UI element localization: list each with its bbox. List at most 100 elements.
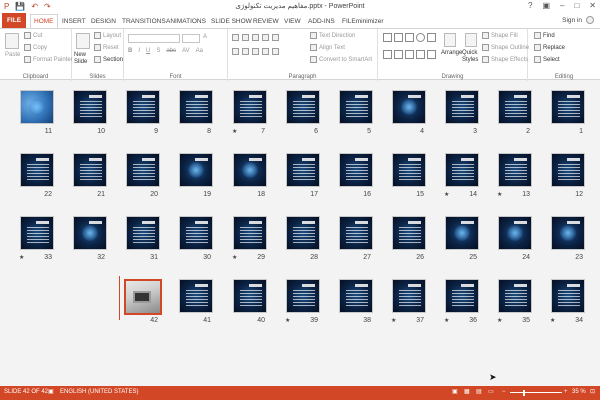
shape-outline-button[interactable]: Shape Outline — [482, 44, 529, 51]
section-button[interactable]: Section — [94, 56, 123, 63]
transition-star-icon[interactable]: ★ — [550, 317, 555, 324]
slide-thumbnail[interactable] — [20, 216, 54, 250]
shadow-button[interactable]: S — [156, 48, 160, 54]
character-spacing-button[interactable]: AV — [182, 48, 190, 54]
slide-thumbnail[interactable] — [392, 90, 426, 124]
arrange-button[interactable]: Arrange — [441, 50, 462, 56]
tab-design[interactable]: DESIGN — [91, 15, 116, 28]
slide-sorter-view[interactable]: 1 2 3 4 5 6 7 ★ 8 9 10 11 12 13 ★ 14 ★ 15 16 17 18 19 20 21 22 23… — [0, 81, 600, 386]
zoom-in-button[interactable]: + — [564, 389, 568, 395]
sign-in-label[interactable]: Sign in — [562, 17, 582, 24]
tab-insert[interactable]: INSERT — [62, 15, 86, 28]
slide-thumbnail[interactable] — [445, 153, 479, 187]
grow-font-button[interactable]: A — [203, 34, 207, 40]
slide-thumbnail[interactable] — [233, 90, 267, 124]
transition-star-icon[interactable]: ★ — [391, 317, 396, 324]
cut-button[interactable]: Cut — [24, 32, 42, 39]
curve-shape-icon[interactable] — [394, 49, 403, 59]
slide-thumbnail[interactable] — [73, 153, 107, 187]
brace-shape-icon[interactable] — [405, 49, 414, 59]
select-button[interactable]: Select — [534, 56, 560, 63]
slide-thumbnail[interactable] — [20, 90, 54, 124]
maximize-icon[interactable]: □ — [574, 1, 579, 10]
slide-thumbnail[interactable] — [498, 90, 532, 124]
tab-animations[interactable]: ANIMATIONS — [166, 15, 206, 28]
sign-in[interactable]: Sign in — [562, 16, 594, 24]
slide-thumbnail[interactable] — [179, 216, 213, 250]
shape-effects-button[interactable]: Shape Effects — [482, 56, 528, 63]
slide-thumbnail[interactable] — [179, 279, 213, 313]
slide-thumbnail[interactable] — [20, 153, 54, 187]
bullets-icon[interactable] — [232, 34, 239, 41]
italic-button[interactable]: I — [138, 48, 140, 54]
slide-thumbnail[interactable] — [126, 153, 160, 187]
slide-thumbnail[interactable] — [286, 90, 320, 124]
slide-thumbnail[interactable] — [126, 216, 160, 250]
slide-thumbnail[interactable] — [286, 153, 320, 187]
slide-thumbnail[interactable] — [179, 153, 213, 187]
line-spacing-icon[interactable] — [272, 34, 279, 41]
slide-thumbnail[interactable] — [551, 279, 585, 313]
align-center-icon[interactable] — [242, 48, 249, 55]
reset-button[interactable]: Reset — [94, 44, 119, 51]
decrease-indent-icon[interactable] — [252, 34, 259, 41]
text-direction-button[interactable]: Text Direction — [310, 32, 355, 39]
arrow-shape-icon[interactable] — [394, 33, 403, 42]
slide-thumbnail[interactable] — [233, 153, 267, 187]
slide-thumbnail[interactable] — [551, 216, 585, 250]
zoom-out-button[interactable]: − — [502, 389, 506, 395]
tab-add-ins[interactable]: ADD-INS — [308, 15, 335, 28]
transition-star-icon[interactable]: ★ — [444, 317, 449, 324]
minimize-icon[interactable]: – — [560, 1, 564, 10]
font-name-field[interactable] — [128, 34, 180, 43]
tab-fileminimizer[interactable]: FILEminimizer — [342, 15, 384, 28]
transition-star-icon[interactable]: ★ — [232, 254, 237, 261]
new-slide-button[interactable]: New Slide — [74, 52, 94, 66]
tab-file[interactable]: FILE — [2, 13, 26, 28]
triangle-shape-icon[interactable] — [427, 33, 436, 42]
slide-thumbnail[interactable] — [392, 279, 426, 313]
language-indicator[interactable]: ENGLISH (UNITED STATES) — [60, 389, 138, 395]
oval-shape-icon[interactable] — [416, 33, 425, 42]
tab-home[interactable]: HOME — [30, 14, 58, 28]
textbox-shape-icon[interactable] — [383, 49, 392, 59]
help-icon[interactable]: ? — [528, 1, 532, 10]
replace-button[interactable]: Replace — [534, 44, 565, 51]
slide-thumbnail[interactable] — [179, 90, 213, 124]
find-button[interactable]: Find — [534, 32, 555, 39]
slide-thumbnail[interactable] — [498, 216, 532, 250]
columns-icon[interactable] — [272, 48, 279, 55]
slide-sorter-icon[interactable]: ▦ — [464, 388, 470, 395]
arrange-icon[interactable] — [444, 33, 456, 47]
font-size-field[interactable] — [182, 34, 200, 43]
change-case-button[interactable]: Aa — [196, 48, 203, 54]
star-shape-icon[interactable] — [416, 49, 425, 59]
slide-thumbnail[interactable] — [126, 90, 160, 124]
line-shape-icon[interactable] — [383, 33, 392, 42]
reading-view-icon[interactable]: ▤ — [476, 388, 482, 395]
slide-thumbnail[interactable] — [551, 90, 585, 124]
zoom-slider-thumb[interactable] — [523, 390, 525, 396]
slide-thumbnail[interactable] — [445, 90, 479, 124]
slide-thumbnail[interactable] — [286, 216, 320, 250]
new-slide-icon[interactable] — [76, 33, 90, 49]
transition-star-icon[interactable]: ★ — [285, 317, 290, 324]
shapes-gallery[interactable] — [382, 32, 440, 65]
transition-star-icon[interactable]: ★ — [444, 191, 449, 198]
justify-icon[interactable] — [262, 48, 269, 55]
underline-button[interactable]: U — [146, 48, 150, 54]
bold-button[interactable]: B — [128, 48, 132, 54]
align-left-icon[interactable] — [232, 48, 239, 55]
paste-button[interactable]: Paste — [5, 52, 20, 58]
quick-styles-button[interactable]: Quick Styles — [462, 50, 482, 64]
layout-button[interactable]: Layout — [94, 32, 121, 39]
slide-thumbnail[interactable] — [392, 216, 426, 250]
zoom-slider[interactable] — [510, 392, 562, 393]
slide-show-icon[interactable]: ▭ — [488, 388, 494, 395]
close-icon[interactable]: ✕ — [589, 1, 596, 10]
callout-shape-icon[interactable] — [427, 49, 436, 59]
slide-thumbnail[interactable] — [498, 279, 532, 313]
fit-to-window-icon[interactable]: ⊡ — [590, 388, 595, 395]
slide-thumbnail[interactable] — [286, 279, 320, 313]
slide-thumbnail[interactable] — [233, 279, 267, 313]
